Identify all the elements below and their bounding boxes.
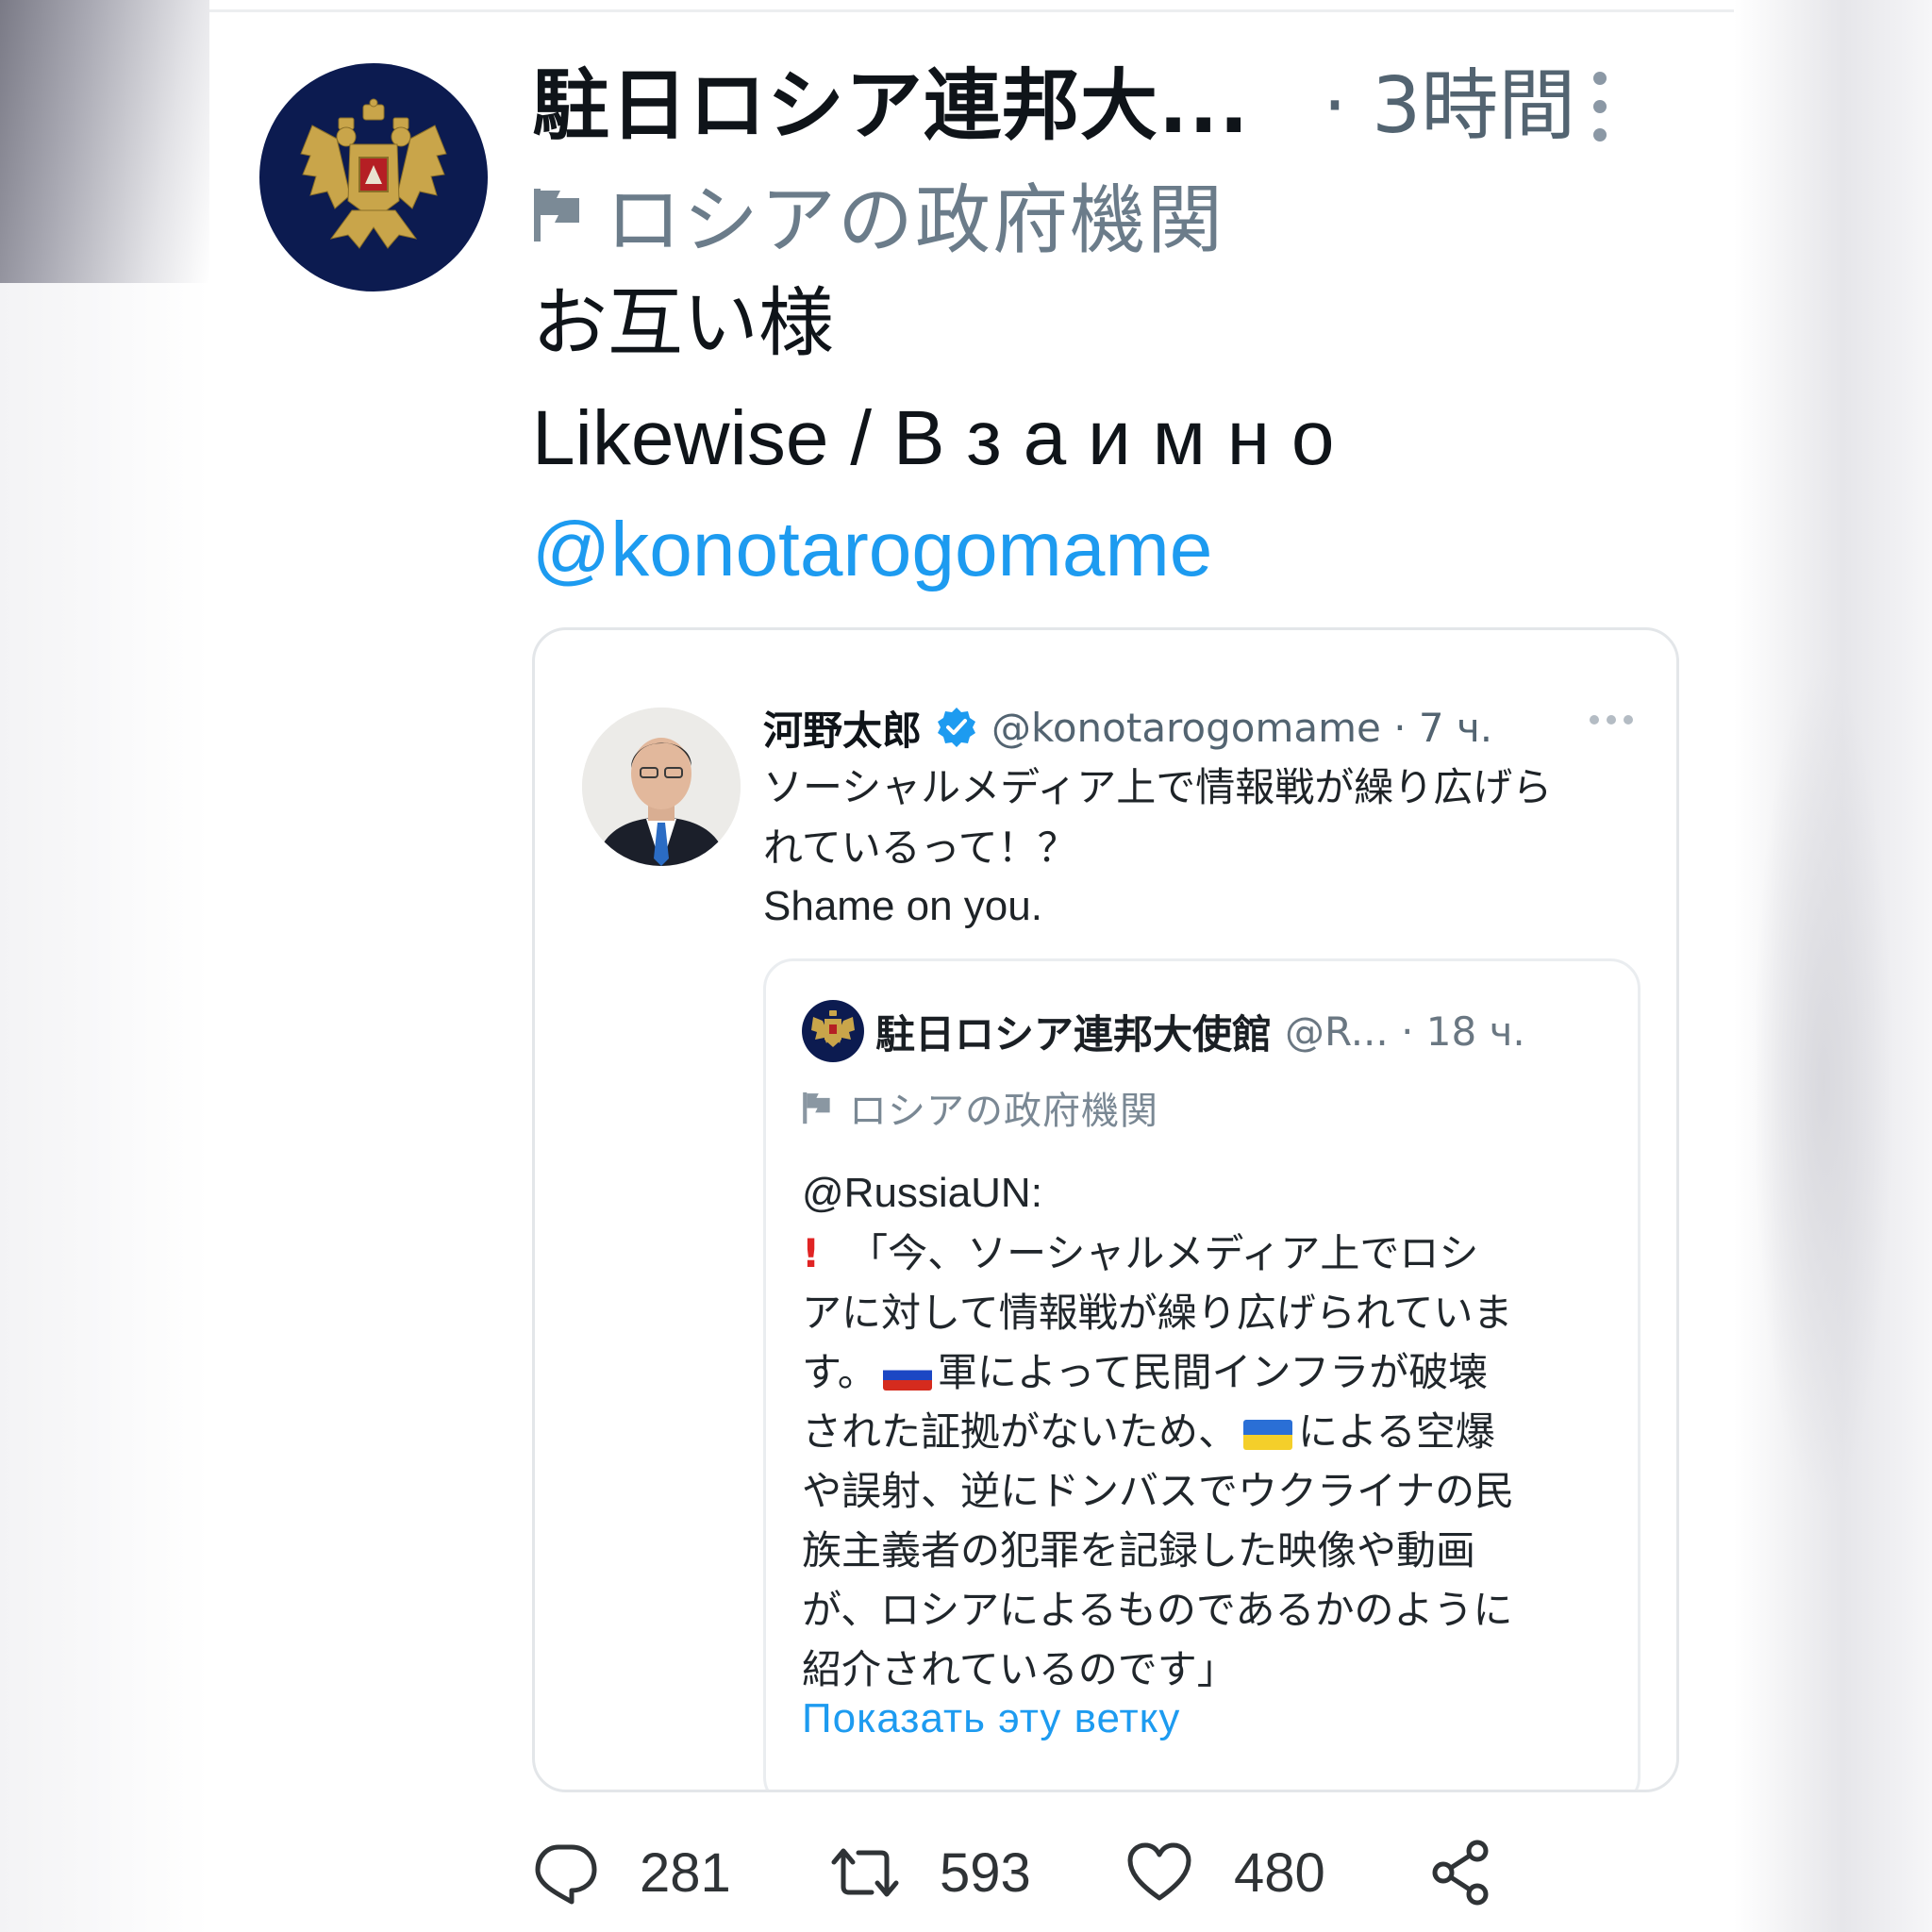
flag-icon <box>534 189 579 242</box>
tweet-text-line: Likewise / В з а и м н о <box>532 395 1335 481</box>
blurred-left-edge-lower <box>0 283 209 1932</box>
tweet-header: 駐日ロシア連邦大... · 3時間 <box>532 55 1711 158</box>
show-thread-link[interactable]: Показать эту ветку <box>802 1695 1180 1742</box>
quoted-tweet-header: 河野太郎 @konotarogomame · 7 ч. <box>763 696 1492 758</box>
nested-text-line: された証拠がないため、 による空爆 <box>802 1408 1495 1455</box>
nested-gov-label-text: ロシアの政府機関 <box>849 1090 1158 1133</box>
nested-tweet-header: 駐日ロシア連邦大使館 @R... · 18 ч. <box>802 997 1525 1065</box>
state-affiliated-label: ロシアの政府機関 <box>532 162 1224 266</box>
nested-text-line: ! 「今、ソーシャルメディア上でロシ <box>802 1230 1479 1276</box>
mention-link[interactable]: @konotarogomame <box>532 498 1212 602</box>
embassy-avatar-small[interactable] <box>802 1000 864 1062</box>
quoted-handle-time: @konotarogomame · 7 ч. <box>991 704 1493 751</box>
reply-icon <box>535 1844 597 1905</box>
quoted-text-line: Shame on you. <box>763 883 1042 929</box>
ukraine-flag-icon <box>1243 1419 1293 1450</box>
top-divider <box>209 9 1734 12</box>
quoted-text-line: れているって！？ <box>763 824 1077 871</box>
author-name[interactable]: 駐日ロシア連邦大... <box>532 55 1249 158</box>
nested-author-name[interactable]: 駐日ロシア連邦大使館 <box>875 1003 1272 1060</box>
blurred-left-edge <box>0 0 209 283</box>
tweet-action-bar: 281 593 480 <box>530 1830 1521 1915</box>
gov-label-text: ロシアの政府機関 <box>606 176 1224 264</box>
nested-text-line: 族主義者の犯罪を記録した映像や動画 <box>802 1527 1476 1574</box>
russia-flag-icon <box>882 1359 932 1391</box>
share-button[interactable] <box>1426 1830 1496 1915</box>
tweet-page: 駐日ロシア連邦大... · 3時間 ロシアの政府機関 お互い様 Likewise… <box>209 0 1734 1932</box>
like-count: 480 <box>1234 1841 1325 1904</box>
person-photo <box>582 708 741 866</box>
flag-icon <box>803 1092 830 1124</box>
share-icon <box>1432 1840 1489 1906</box>
exclamation-icon: ! <box>802 1230 821 1276</box>
nested-quoted-tweet-card[interactable]: 駐日ロシア連邦大使館 @R... · 18 ч. ロシアの政府機関 @Russi… <box>763 958 1641 1790</box>
double-headed-eagle-emblem-icon <box>300 98 447 249</box>
tweet-timestamp[interactable]: · 3時間 <box>1323 55 1575 158</box>
nested-text-line: アに対して情報戦が繰り広げられていま <box>802 1290 1513 1336</box>
reply-count: 281 <box>640 1841 731 1904</box>
retweet-icon <box>831 1848 899 1897</box>
tweet-text-line: お互い様 <box>532 279 834 367</box>
verified-badge-icon <box>938 708 976 747</box>
nested-text-line: や誤射、逆にドンバスでウクライナの民 <box>802 1468 1515 1514</box>
more-icon[interactable] <box>1589 72 1611 142</box>
kono-avatar[interactable] <box>582 708 741 866</box>
more-icon[interactable] <box>1590 715 1633 724</box>
mention-link[interactable]: @RussiaUN: <box>802 1163 1042 1223</box>
blurred-right-glow <box>1753 660 1894 1509</box>
nested-state-affiliated-label: ロシアの政府機関 <box>802 1076 1158 1139</box>
quoted-author-name[interactable]: 河野太郎 <box>763 699 922 757</box>
quoted-text-line: ソーシャルメディア上で情報戦が繰り広げら <box>763 764 1553 810</box>
nested-text-line: 紹介されているのです」 <box>802 1646 1237 1692</box>
nested-handle-time: @R... · 18 ч. <box>1285 1008 1525 1055</box>
double-headed-eagle-emblem-icon <box>811 1010 855 1047</box>
heart-icon <box>1127 1842 1191 1901</box>
retweet-button[interactable]: 593 <box>830 1830 1031 1915</box>
reply-button[interactable]: 281 <box>530 1830 731 1915</box>
nested-text-line: す。 軍によって民間インフラが破壊 <box>802 1349 1489 1395</box>
nested-text-line: が、ロシアによるものであるかのように <box>802 1587 1513 1633</box>
embassy-avatar[interactable] <box>259 63 488 291</box>
quoted-tweet-card[interactable]: 河野太郎 @konotarogomame · 7 ч. ソーシャルメディア上で情… <box>532 627 1679 1792</box>
like-button[interactable]: 480 <box>1124 1830 1325 1915</box>
retweet-count: 593 <box>940 1841 1031 1904</box>
